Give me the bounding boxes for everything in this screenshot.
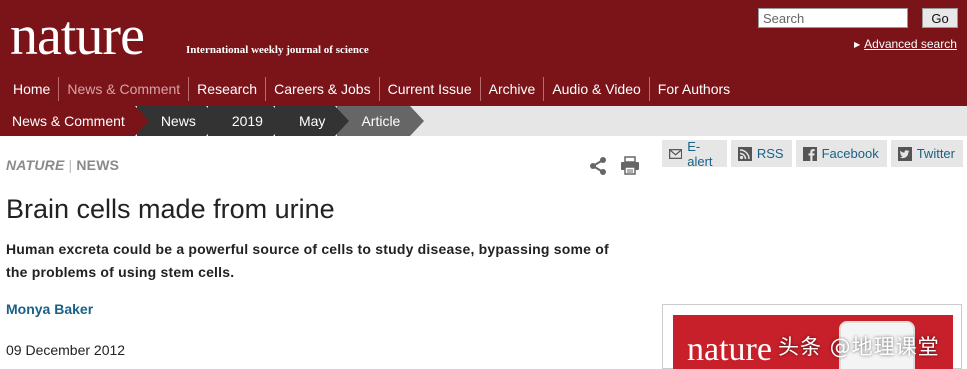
twitter-icon — [897, 146, 912, 161]
kicker-separator: | — [68, 157, 73, 173]
search-input[interactable] — [758, 8, 908, 28]
social-buttons: E-alert RSS Facebook Twitter — [662, 138, 967, 169]
ealert-button[interactable]: E-alert — [662, 138, 727, 169]
nav-for-authors[interactable]: For Authors — [650, 77, 738, 101]
rss-button[interactable]: RSS — [730, 140, 792, 167]
article-title: Brain cells made from urine — [6, 194, 335, 224]
rss-label: RSS — [756, 146, 784, 161]
journal-label[interactable]: NATURE — [6, 157, 65, 173]
promo-nature-logo: nature — [687, 331, 772, 368]
twitter-label: Twitter — [916, 146, 955, 161]
facebook-icon — [802, 146, 817, 161]
nature-logo[interactable]: nature — [10, 6, 145, 66]
main-nav: Home News & Comment Research Careers & J… — [5, 77, 738, 101]
masthead: nature International weekly journal of s… — [0, 0, 967, 106]
ealert-label: E-alert — [687, 138, 713, 169]
rss-icon — [737, 146, 752, 161]
article-kicker: NATURE | NEWS — [6, 157, 119, 173]
article-standfirst: Human excreta could be a powerful source… — [6, 241, 609, 280]
section-label[interactable]: NEWS — [76, 157, 119, 173]
facebook-label: Facebook — [821, 146, 879, 161]
twitter-button[interactable]: Twitter — [890, 140, 963, 167]
nav-research[interactable]: Research — [189, 77, 267, 101]
triangle-right-icon: ▶ — [854, 40, 861, 49]
envelope-icon — [669, 148, 683, 159]
advanced-search-link[interactable]: ▶ Advanced search — [854, 37, 957, 51]
nav-archive[interactable]: Archive — [481, 77, 545, 101]
nav-news-comment[interactable]: News & Comment — [59, 77, 190, 101]
nav-home[interactable]: Home — [5, 77, 60, 101]
breadcrumb-news-comment[interactable]: News & Comment — [0, 106, 149, 136]
nav-careers-jobs[interactable]: Careers & Jobs — [266, 77, 380, 101]
facebook-button[interactable]: Facebook — [795, 140, 887, 167]
nav-audio-video[interactable]: Audio & Video — [544, 77, 650, 101]
nav-current-issue[interactable]: Current Issue — [380, 77, 481, 101]
tagline: International weekly journal of science — [186, 44, 369, 56]
go-button[interactable]: Go — [922, 8, 958, 28]
advanced-search-label: Advanced search — [864, 37, 957, 51]
watermark: 头条 @地理课堂 — [778, 335, 940, 359]
print-icon[interactable] — [620, 156, 640, 176]
breadcrumb: News & Comment News 2019 May Article — [0, 106, 425, 136]
breadcrumb-bar: News & Comment News 2019 May Article — [0, 106, 967, 136]
article-author[interactable]: Monya Baker — [6, 301, 93, 317]
article-date: 09 December 2012 — [6, 342, 126, 358]
share-icon[interactable] — [588, 156, 608, 176]
